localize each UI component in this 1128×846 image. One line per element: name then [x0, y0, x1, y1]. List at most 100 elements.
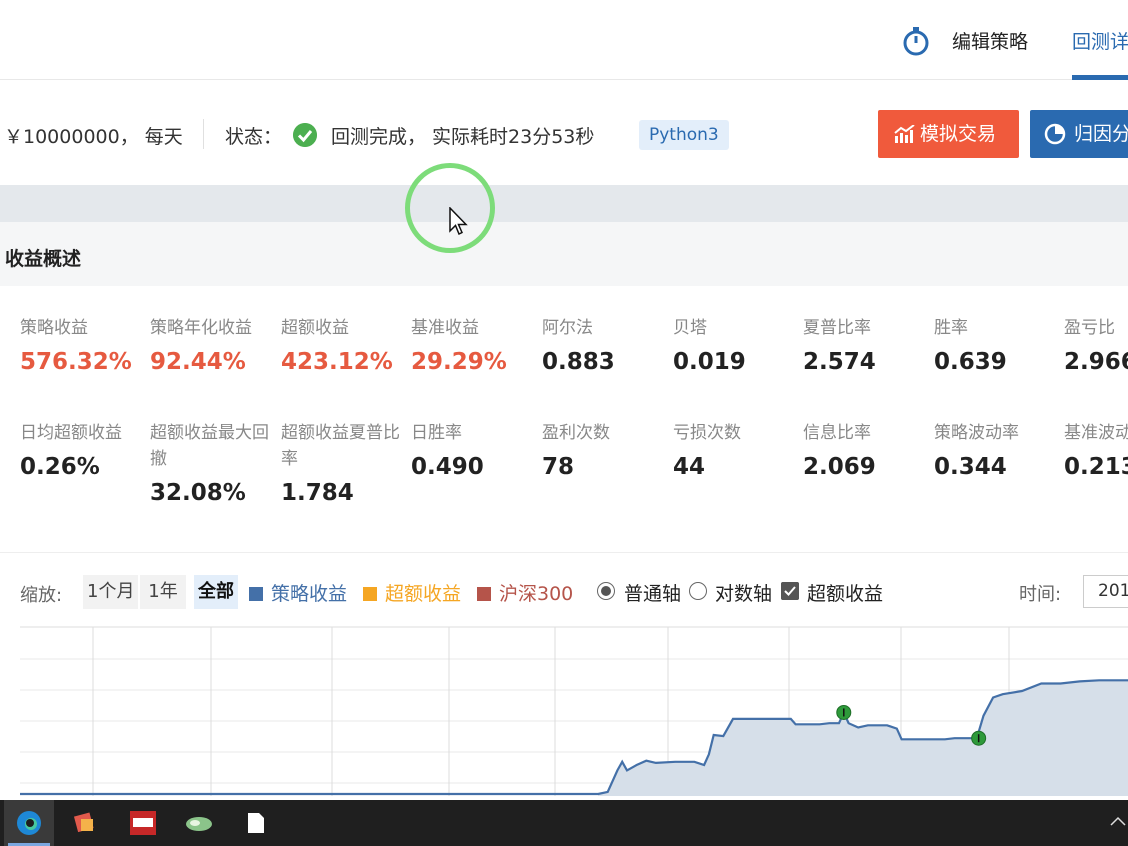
metric-label: 亏损次数 — [673, 423, 741, 443]
taskbar-app-2[interactable] — [60, 800, 110, 846]
zoom-1year-button[interactable]: 1年 — [140, 575, 186, 609]
status-label: 状态： — [225, 126, 283, 148]
legend-label: 策略收益 — [271, 583, 348, 605]
normal-axis-label: 普通轴 — [624, 583, 682, 605]
metric-label: 超额收益 — [281, 318, 349, 338]
metric-row2-1: 超额收益最大回撤 32.08% — [150, 420, 280, 506]
metric-value: 92.44% — [150, 349, 246, 375]
metric-row1-6: 夏普比率 2.574 — [803, 315, 933, 375]
windows-taskbar — [0, 800, 1128, 846]
active-tab-indicator — [1072, 75, 1128, 80]
metric-label: 超额收益最大回撤 — [150, 423, 269, 469]
metric-value: 78 — [542, 454, 575, 480]
simulate-trade-label: 模拟交易 — [920, 123, 997, 145]
metric-row1-4: 阿尔法 0.883 — [542, 315, 672, 375]
metric-value: 0.639 — [934, 349, 1007, 375]
metric-row2-6: 信息比率 2.069 — [803, 420, 933, 480]
metric-label: 基准收益 — [411, 318, 479, 338]
metric-value: 1.784 — [281, 480, 354, 506]
metric-value: 32.08% — [150, 480, 246, 506]
metric-row2-3: 日胜率 0.490 — [411, 420, 541, 480]
log-axis-label: 对数轴 — [715, 583, 773, 605]
returns-chart — [20, 626, 1128, 796]
metric-value: 2.574 — [803, 349, 876, 375]
metric-row2-7: 策略波动率 0.344 — [934, 420, 1064, 480]
metric-label: 策略年化收益 — [150, 318, 252, 338]
metric-row1-7: 胜率 0.639 — [934, 315, 1064, 375]
legend-hs300[interactable]: 沪深300 — [477, 579, 573, 606]
section-header: 收益概述 — [0, 222, 1128, 286]
metric-value: 0.019 — [673, 349, 746, 375]
legend-label: 沪深300 — [499, 583, 574, 605]
bar-chart-icon — [894, 125, 915, 143]
metric-row1-1: 策略年化收益 92.44% — [150, 315, 280, 375]
metric-label: 信息比率 — [803, 423, 871, 443]
series-area-strategy-return — [598, 680, 1128, 796]
taskbar-edge-browser[interactable] — [4, 800, 54, 846]
divider — [203, 119, 204, 149]
status-text: 回测完成， 实际耗时23分53秒 — [331, 126, 595, 148]
separator-band — [0, 185, 1128, 222]
metric-value: 2.069 — [803, 454, 876, 480]
metric-row2-2: 超额收益夏普比率 1.784 — [281, 420, 411, 506]
metric-row1-5: 贝塔 0.019 — [673, 315, 803, 375]
taskbar-app-4[interactable] — [173, 800, 223, 846]
metric-label: 日胜率 — [411, 423, 462, 443]
metric-value: 0.344 — [934, 454, 1007, 480]
taskbar-app-5[interactable] — [230, 800, 280, 846]
metric-row1-0: 策略收益 576.32% — [20, 315, 150, 375]
normal-axis-radio[interactable] — [597, 582, 615, 600]
section-title: 收益概述 — [5, 248, 82, 270]
metric-row2-4: 盈利次数 78 — [542, 420, 672, 480]
stopwatch-icon — [903, 27, 929, 56]
time-start-input[interactable]: 201 — [1083, 575, 1128, 608]
metric-row1-2: 超额收益 423.12% — [281, 315, 411, 375]
app-icon — [186, 817, 212, 831]
excess-return-checkbox[interactable] — [781, 582, 799, 600]
metric-label: 策略收益 — [20, 318, 88, 338]
metric-row2-0: 日均超额收益 0.26% — [20, 420, 150, 480]
metric-label: 贝塔 — [673, 318, 707, 338]
app-icon — [130, 811, 156, 835]
metric-label: 日均超额收益 — [20, 423, 122, 443]
metric-value: 44 — [673, 454, 706, 480]
metric-label: 阿尔法 — [542, 318, 593, 338]
metric-label: 基准波动 — [1064, 423, 1128, 443]
metric-label: 盈亏比 — [1064, 318, 1115, 338]
metric-value: 0.213 — [1064, 454, 1128, 480]
metric-label: 夏普比率 — [803, 318, 871, 338]
log-axis-radio[interactable] — [689, 582, 707, 600]
capital-info: ￥10000000， 每天 — [4, 126, 183, 148]
zoom-all-button[interactable]: 全部 — [194, 575, 238, 609]
metric-row2-5: 亏损次数 44 — [673, 420, 803, 480]
backtest-page: 编辑策略 回测详 ￥10000000， 每天 状态： 回测完成， 实际耗时23分… — [0, 0, 1128, 846]
pie-chart-icon — [1044, 123, 1066, 145]
metric-label: 盈利次数 — [542, 423, 610, 443]
metric-value: 423.12% — [281, 349, 393, 375]
metric-row1-8: 盈亏比 2.966 — [1064, 315, 1128, 375]
taskbar-app-3[interactable] — [117, 800, 167, 846]
legend-excess-return[interactable]: 超额收益 — [363, 579, 461, 606]
file-icon — [248, 813, 264, 833]
check-circle-icon — [293, 123, 317, 147]
legend-label: 超额收益 — [385, 583, 462, 605]
zoom-1month-button[interactable]: 1个月 — [83, 575, 139, 609]
app-icon — [73, 812, 94, 833]
metric-label: 胜率 — [934, 318, 968, 338]
python-version-badge: Python3 — [639, 120, 729, 150]
metric-row1-3: 基准收益 29.29% — [411, 315, 541, 375]
metric-row2-8: 基准波动 0.213 — [1064, 420, 1128, 480]
metric-value: 29.29% — [411, 349, 507, 375]
legend-strategy-return[interactable]: 策略收益 — [249, 579, 347, 606]
chevron-up-icon[interactable] — [1108, 812, 1128, 832]
legend-swatch — [249, 587, 263, 601]
tab-edit-strategy[interactable]: 编辑策略 — [952, 27, 1028, 54]
simulate-trade-button[interactable]: 模拟交易 — [878, 110, 1019, 158]
mouse-cursor-icon — [449, 207, 468, 236]
attribution-analysis-button[interactable]: 归因分 — [1030, 110, 1128, 158]
tab-backtest-detail[interactable]: 回测详 — [1072, 27, 1128, 54]
excess-return-label: 超额收益 — [807, 583, 884, 605]
time-label: 时间: — [1019, 584, 1062, 605]
metric-value: 0.490 — [411, 454, 484, 480]
legend-swatch — [477, 587, 491, 601]
